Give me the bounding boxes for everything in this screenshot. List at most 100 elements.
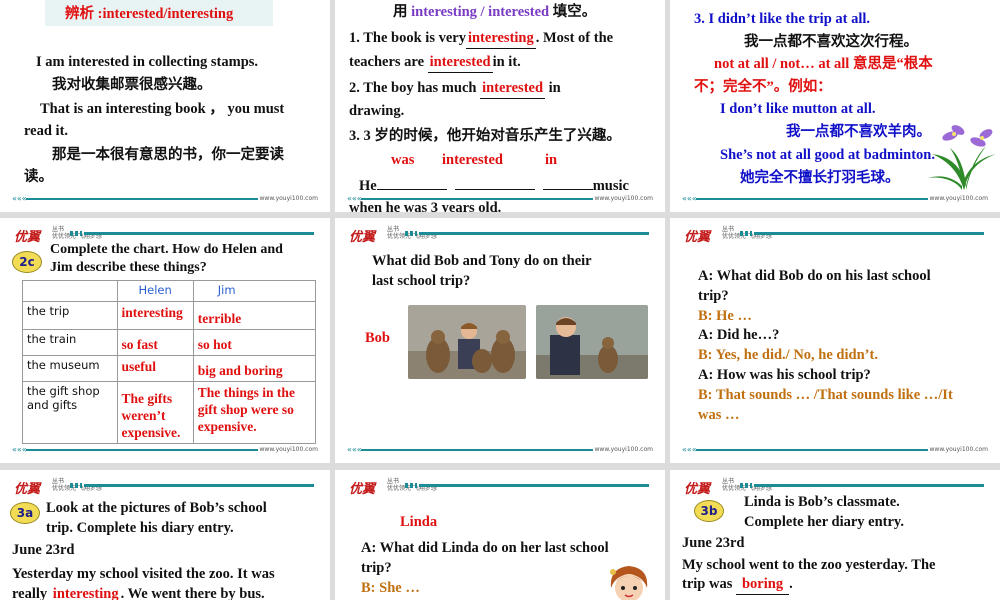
footer-arrows-icon: ««« — [682, 445, 697, 454]
question-2: 2. The boy has much interested in — [349, 78, 561, 99]
question-cont: last school trip? — [372, 273, 471, 289]
brand-logo: 优翼 — [349, 230, 376, 245]
dialogue-line-6: A: How was his school trip? — [698, 367, 871, 383]
slide-footer: ««« www.youyi100.com — [347, 445, 653, 454]
footer-arrows-icon: ««« — [347, 445, 362, 454]
example-english-2-cont: read it. — [24, 123, 69, 139]
slide-bob-and-tony[interactable]: 优翼 丛书 优优领先 飞翔梦想 What did Bob and Tony do … — [335, 218, 665, 463]
slide-interested-interesting[interactable]: 辨析 :interested/interesting I am interest… — [0, 0, 330, 212]
slide-title: 辨析 :interested/interesting — [65, 6, 234, 22]
bob-label: Bob — [365, 330, 390, 346]
footer-arrows-icon: ««« — [682, 194, 697, 203]
chart-header-empty — [22, 280, 118, 302]
diary-line-2: really interesting. We went there by bus… — [12, 584, 265, 600]
brand-logo: 优翼 — [14, 482, 41, 497]
dialogue-line-1: A: What did Linda do on her last school — [361, 540, 609, 556]
slide-header: 优翼 丛书 优优领先 飞翔梦想 — [670, 218, 1000, 245]
chart-header-jim: Jim — [192, 280, 317, 302]
brand-logo: 优翼 — [349, 482, 376, 497]
question-2-cont: drawing. — [349, 103, 405, 119]
dialogue-line-3: B: He … — [698, 308, 752, 324]
diary-answer: boring — [735, 574, 790, 595]
dialogue-line-5: B: Yes, he did./ No, he didn’t. — [698, 347, 878, 363]
slide-header: 优翼 丛书 优优领先 飞翔梦想 — [0, 470, 330, 497]
girl-cartoon-icon — [610, 566, 648, 600]
diary-date: June 23rd — [12, 542, 75, 558]
instruction-cont: Complete her diary entry. — [744, 514, 905, 530]
slide-dialogue-bob[interactable]: 优翼 丛书 优优领先 飞翔梦想 A: What did Bob do on his… — [670, 218, 1000, 463]
example-chinese-1: 我对收集邮票很感兴趣。 — [52, 77, 212, 93]
usage-note-cont: 不；完全不”。例如： — [694, 79, 832, 95]
slide-3b-diary[interactable]: 优翼 丛书 优优领先 飞翔梦想 3b Linda is Bob’s classma… — [670, 470, 1000, 600]
footer-arrows-icon: ««« — [12, 194, 27, 203]
instruction-cont: Jim describe these things? — [50, 260, 207, 275]
slide-header: 优翼 丛书 优优领先 飞翔梦想 — [670, 470, 1000, 497]
brand-logo: 优翼 — [684, 482, 711, 497]
table-row: the gift shop and gifts The gifts weren’… — [22, 381, 317, 444]
example-1: I don’t like mutton at all. — [720, 101, 876, 117]
slide-3a-diary[interactable]: 优翼 丛书 优优领先 飞翔梦想 3a Look at the pictures o… — [0, 470, 330, 600]
section-badge-3a: 3a — [10, 502, 40, 524]
question-1: 1. The book is very interesting. Most of … — [349, 28, 613, 49]
answer-word-in: in — [545, 152, 558, 168]
flower-decoration-icon — [928, 125, 996, 190]
answer-word-was: was — [391, 152, 415, 168]
sentence-1-translation: 我一点都不喜欢这次行程。 — [744, 34, 918, 50]
example-1-translation: 我一点都不喜欢羊肉。 — [786, 124, 931, 140]
sentence-1: 3. I didn’t like the trip at all. — [694, 11, 871, 27]
question-1-cont: teachers are interested in it. — [349, 52, 521, 73]
table-row: the museum useful big and boring — [22, 355, 317, 382]
slide-dialogue-linda[interactable]: 优翼 丛书 优优领先 飞翔梦想 Linda A: What did Linda d… — [335, 470, 665, 600]
diary-line-1: My school went to the zoo yesterday. The — [682, 557, 936, 573]
linda-label: Linda — [400, 514, 438, 530]
slide-2c-chart[interactable]: 优翼 丛书 优优领先 飞翔梦想 2c Complete the chart. Ho… — [0, 218, 330, 463]
brand-logo: 优翼 — [684, 230, 711, 245]
instruction: Complete the chart. How do Helen and — [50, 242, 283, 257]
question-3-sentence: He music — [359, 178, 629, 194]
example-chinese-2: 那是一本很有意思的书，你一定要读 — [52, 147, 284, 163]
dialogue-line-8: was … — [698, 407, 740, 423]
footer-arrows-icon: ««« — [12, 445, 27, 454]
photo-boy-with-marmot — [536, 305, 648, 379]
slide-header: 优翼 丛书 优优领先 飞翔梦想 — [335, 218, 665, 245]
dialogue-line-2: trip? — [361, 560, 392, 576]
example-2: She’s not at all good at badminton. — [720, 147, 935, 163]
slide-footer: ««« www.youyi100.com — [12, 445, 318, 454]
question-3: 3. 3 岁的时候，他开始对音乐产生了兴趣。 — [349, 128, 621, 144]
example-english-1: I am interested in collecting stamps. — [36, 54, 259, 70]
diary-line-1: Yesterday my school visited the zoo. It … — [12, 566, 275, 582]
instruction: Linda is Bob’s classmate. — [744, 494, 900, 510]
answer-2: interested — [427, 52, 493, 73]
diary-line-2: trip was boring. — [682, 574, 793, 595]
usage-note: not at all / not… at all 意思是“根本 — [714, 56, 933, 72]
slide-footer: ««« www.youyi100.com — [682, 445, 988, 454]
section-badge-2c: 2c — [12, 251, 42, 273]
slide-footer: ««« www.youyi100.com — [347, 194, 653, 203]
example-chinese-2-cont: 读。 — [24, 169, 53, 185]
dialogue-line-2: trip? — [698, 288, 729, 304]
slide-not-at-all[interactable]: 3. I didn’t like the trip at all. 我一点都不喜… — [670, 0, 1000, 212]
answer-word-interested: interested — [442, 152, 503, 168]
diary-date: June 23rd — [682, 535, 745, 551]
table-row: the trip interesting terrible — [22, 301, 317, 330]
photo-boy-with-marmots — [408, 305, 526, 379]
description-chart: Helen Jim the trip interesting terrible … — [22, 280, 317, 444]
example-english-2: That is an interesting book ， you must — [40, 101, 285, 117]
question: What did Bob and Tony do on their — [372, 253, 592, 269]
chart-header-helen: Helen — [116, 280, 194, 302]
instruction: Look at the pictures of Bob’s school — [46, 500, 267, 516]
answer-3: interested — [480, 78, 546, 99]
dialogue-line-4: A: Did he…? — [698, 327, 780, 343]
brand-logo: 优翼 — [14, 230, 41, 245]
answer-1: interesting — [465, 28, 536, 49]
dialogue-line-3: B: She … — [361, 580, 420, 596]
slide-fill-blanks[interactable]: 用 interesting / interested 填空。 1. The bo… — [335, 0, 665, 212]
slide-header: 优翼 丛书 优优领先 飞翔梦想 — [335, 470, 665, 497]
example-2-translation: 她完全不擅长打羽毛球。 — [740, 170, 900, 186]
table-row: the train so fast so hot — [22, 329, 317, 356]
instruction-cont: trip. Complete his diary entry. — [46, 520, 234, 536]
footer-arrows-icon: ««« — [347, 194, 362, 203]
diary-answer: interesting — [51, 584, 121, 600]
slide-footer: ««« www.youyi100.com — [682, 194, 988, 203]
dialogue-line-7: B: That sounds … /That sounds like …/It — [698, 387, 953, 403]
